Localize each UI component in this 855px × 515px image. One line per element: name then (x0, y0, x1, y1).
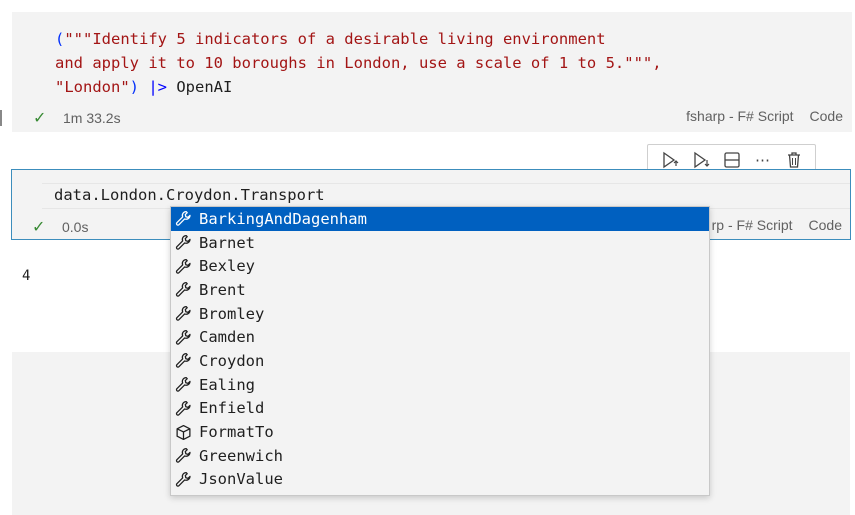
suggestion-item[interactable]: Bexley (171, 254, 709, 278)
cell-1-language-info: fsharp - F# Script Code (686, 108, 843, 124)
suggestion-label: Ealing (199, 375, 255, 394)
suggestion-item[interactable]: Enfield (171, 397, 709, 421)
autocomplete-suggestions: BarkingAndDagenham Barnet Bexley Brent Broml… (170, 206, 710, 496)
cell-1-status: ✓ 1m 33.2s (33, 108, 121, 128)
suggestion-item[interactable]: BarkingAndDagenham (171, 207, 709, 231)
cell-2-type-label[interactable]: Code (809, 217, 842, 233)
suggestion-item[interactable]: Camden (171, 325, 709, 349)
suggestion-label: JsonValue (199, 470, 283, 489)
property-wrench-icon (175, 210, 195, 228)
open-paren: ( (55, 30, 65, 48)
code-line-3-string: "London" (55, 78, 130, 96)
property-wrench-icon (175, 257, 195, 275)
property-wrench-icon (175, 234, 195, 252)
cell-1-exec-time: 1m 33.2s (63, 110, 121, 126)
property-wrench-icon (175, 305, 195, 323)
property-wrench-icon (175, 447, 195, 465)
cell-2-exec-time: 0.0s (62, 219, 89, 235)
suggestion-label: Bromley (199, 304, 265, 323)
suggestion-item[interactable]: Ealing (171, 373, 709, 397)
cell-2-output: 4 (22, 268, 31, 284)
suggestion-label: Bexley (199, 257, 255, 276)
suggestion-label: Camden (199, 328, 255, 347)
notebook-cell-1[interactable]: ("""Identify 5 indicators of a desirable… (12, 12, 852, 132)
suggestion-label: Brent (199, 280, 246, 299)
success-check-icon: ✓ (33, 110, 47, 127)
suggestion-item[interactable]: Brent (171, 278, 709, 302)
suggestion-label: Barnet (199, 233, 255, 252)
cell-2-status: ✓ 0.0s (32, 217, 88, 237)
pipe-operator: |> (148, 78, 167, 96)
cell-2-language-info: rp - F# Script Code (712, 217, 842, 233)
cell-2-language-button[interactable]: rp - F# Script (712, 217, 793, 233)
suggestion-item[interactable]: Barnet (171, 231, 709, 255)
code-line-3-function: OpenAI (167, 78, 233, 96)
method-cube-icon (175, 423, 195, 441)
suggestion-item[interactable]: FormatTo (171, 420, 709, 444)
code-line-1-string: """Identify 5 indicators of a desirable … (64, 30, 606, 48)
suggestion-label: FormatTo (199, 423, 274, 442)
property-wrench-icon (175, 376, 195, 394)
property-wrench-icon (175, 399, 195, 417)
property-wrench-icon (175, 281, 195, 299)
cell-1-gutter-marker (0, 110, 2, 126)
suggestion-item[interactable]: Greenwich (171, 444, 709, 468)
cell-2-code[interactable]: data.London.Croydon.Transport (54, 183, 325, 207)
suggestion-label: Enfield (199, 399, 265, 418)
cell-1-code[interactable]: ("""Identify 5 indicators of a desirable… (55, 27, 662, 99)
cell-1-type-label[interactable]: Code (810, 108, 843, 124)
suggestion-item[interactable]: Bromley (171, 302, 709, 326)
suggestion-label: Croydon (199, 351, 265, 370)
success-check-icon: ✓ (32, 219, 46, 236)
property-wrench-icon (175, 328, 195, 346)
suggestion-item[interactable]: Croydon (171, 349, 709, 373)
close-paren: ) (129, 78, 149, 96)
suggestion-label: Greenwich (199, 446, 283, 465)
property-wrench-icon (175, 470, 195, 488)
code-line-2-string: and apply it to 10 boroughs in London, u… (55, 54, 662, 72)
suggestion-item[interactable]: JsonValue (171, 468, 709, 492)
suggestion-label: BarkingAndDagenham (199, 209, 367, 228)
cell-1-language-button[interactable]: fsharp - F# Script (686, 108, 793, 124)
property-wrench-icon (175, 352, 195, 370)
